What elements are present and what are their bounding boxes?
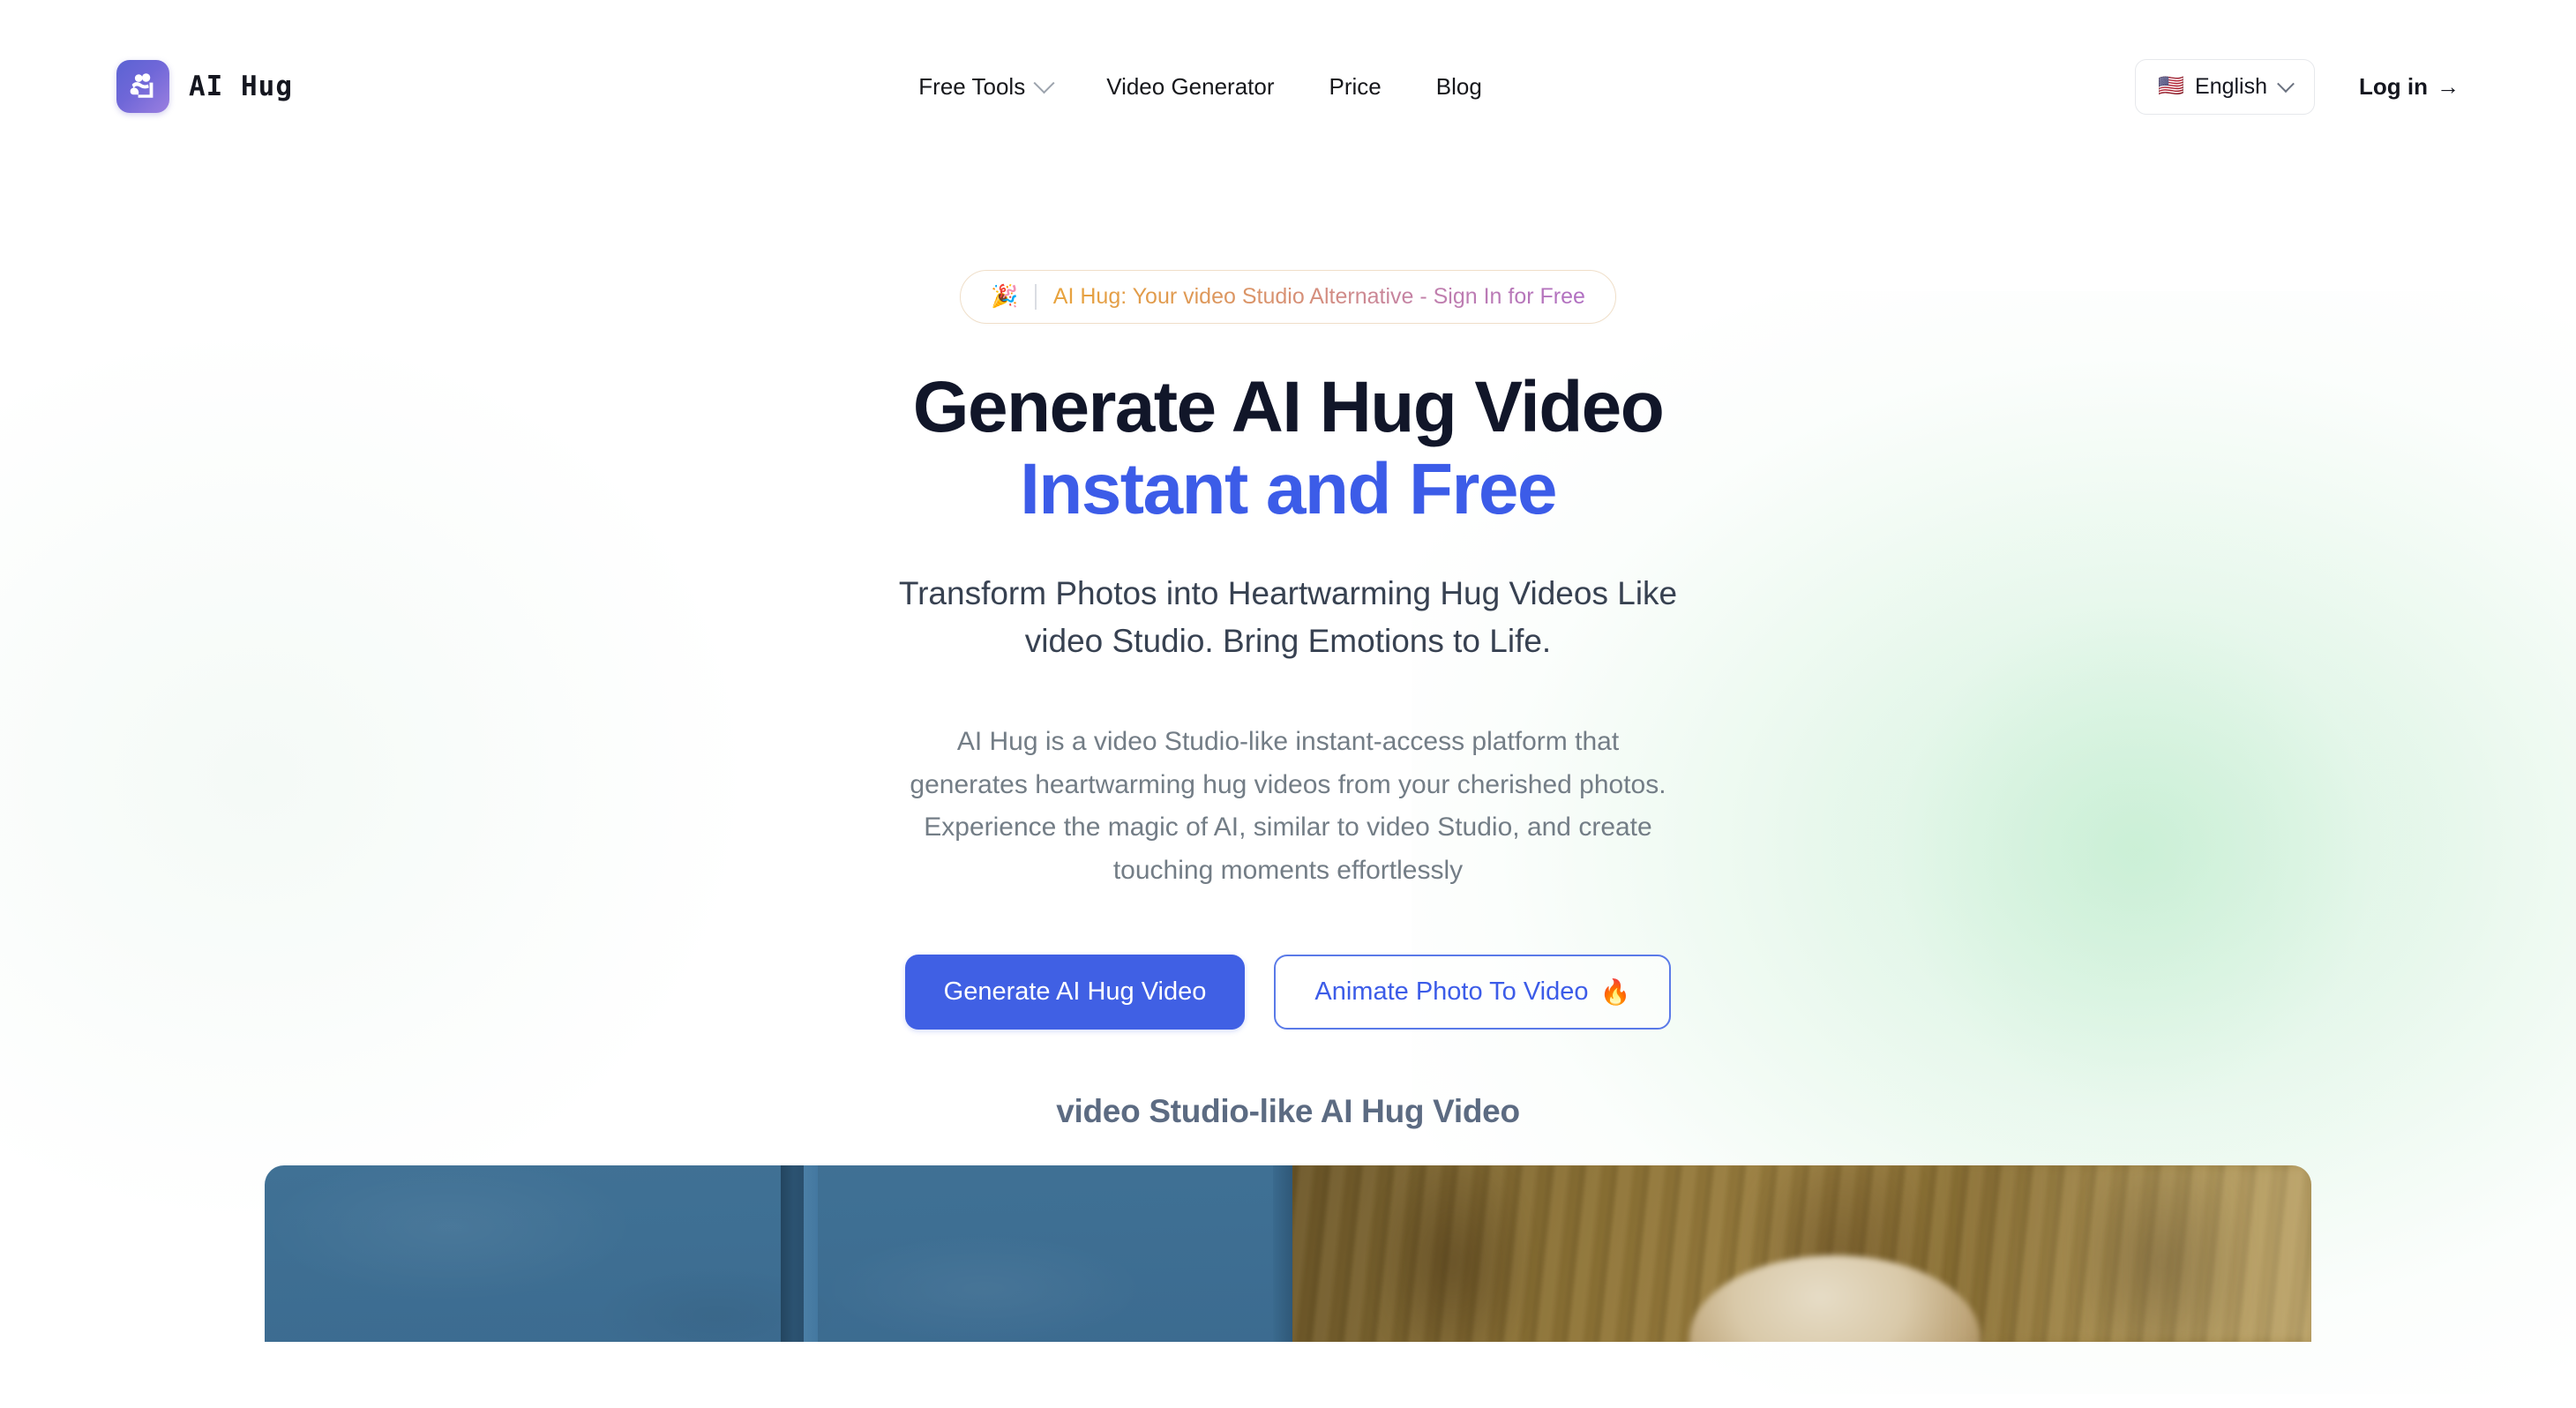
promo-badge-label: AI Hug: Your video Studio Alternative - … — [1052, 284, 1585, 309]
generate-button-label: Generate AI Hug Video — [943, 977, 1207, 1007]
nav-item-video-generator[interactable]: Video Generator — [1079, 73, 1301, 101]
header-actions: 🇺🇸 English Log in → — [2135, 58, 2460, 115]
arrow-right-icon: → — [2437, 72, 2460, 100]
nav-item-price[interactable]: Price — [1302, 73, 1409, 101]
language-selector[interactable]: 🇺🇸 English — [2135, 58, 2316, 115]
description-line-4: touching moments effortlessly — [1112, 856, 1464, 886]
subtitle-line-1: Transform Photos into Heartwarming Hug V… — [898, 574, 1678, 611]
door-right-edge — [1273, 1165, 1292, 1343]
nav-item-free-tools[interactable]: Free Tools — [918, 71, 1079, 101]
brand-name: AI Hug — [189, 71, 293, 102]
video-preview-right-pane — [1292, 1165, 2311, 1343]
headline-line-2: Instant and Free — [1020, 449, 1557, 530]
hugging-figures-icon — [116, 60, 169, 113]
description-line-2: generates heartwarming hug videos from y… — [910, 769, 1666, 799]
blue-door-texture — [265, 1165, 1292, 1343]
page-title: Generate AI Hug Video Instant and Free — [0, 366, 2576, 531]
promo-badge[interactable]: 🎉 AI Hug: Your video Studio Alternative … — [960, 270, 1616, 324]
chevron-down-icon — [1033, 71, 1055, 94]
hero-section: 🎉 AI Hug: Your video Studio Alternative … — [0, 173, 2576, 1130]
showcase-section-title: video Studio-like AI Hug Video — [1056, 1093, 1520, 1130]
nav-item-label: Blog — [1435, 72, 1482, 100]
fire-icon: 🔥 — [1599, 978, 1631, 1007]
main-navigation: Free Tools Video Generator Price Blog — [293, 71, 2135, 101]
description-line-3: Experience the magic of AI, similar to v… — [924, 813, 1652, 843]
nav-item-blog[interactable]: Blog — [1409, 73, 1509, 101]
cta-button-row: Generate AI Hug Video Animate Photo To V… — [0, 955, 2576, 1030]
wheat-shadow-left — [1374, 1165, 1533, 1343]
animate-button-label: Animate Photo To Video — [1314, 977, 1589, 1007]
generate-ai-hug-video-button[interactable]: Generate AI Hug Video — [904, 955, 1246, 1030]
video-preview-left-pane — [265, 1165, 1292, 1343]
party-popper-icon: 🎉 — [991, 284, 1019, 309]
nav-item-label: Video Generator — [1106, 72, 1275, 100]
language-selector-label: English — [2195, 73, 2268, 99]
chevron-down-icon — [2277, 75, 2295, 94]
door-seam-dark — [781, 1165, 804, 1343]
animate-photo-to-video-button[interactable]: Animate Photo To Video 🔥 — [1274, 955, 1672, 1030]
hero-description: AI Hug is a video Studio-like instant-ac… — [0, 721, 2576, 894]
badge-divider — [1035, 284, 1037, 310]
description-line-1: AI Hug is a video Studio-like instant-ac… — [956, 726, 1620, 756]
subtitle-line-2: video Studio. Bring Emotions to Life. — [1024, 623, 1552, 660]
hero-subtitle: Transform Photos into Heartwarming Hug V… — [0, 570, 2576, 666]
door-seam-light — [804, 1165, 818, 1343]
video-preview[interactable] — [265, 1165, 2311, 1343]
us-flag-icon: 🇺🇸 — [2158, 74, 2185, 98]
login-button-label: Log in — [2359, 72, 2428, 100]
headline-line-1: Generate AI Hug Video — [912, 367, 1665, 447]
login-button[interactable]: Log in → — [2315, 73, 2460, 101]
nav-item-label: Free Tools — [918, 72, 1026, 100]
brand-logo-link[interactable]: AI Hug — [116, 60, 293, 113]
wheat-field-glare — [1944, 1165, 2311, 1343]
site-header: AI Hug Free Tools Video Generator Price … — [0, 0, 2576, 173]
nav-item-label: Price — [1329, 72, 1382, 100]
